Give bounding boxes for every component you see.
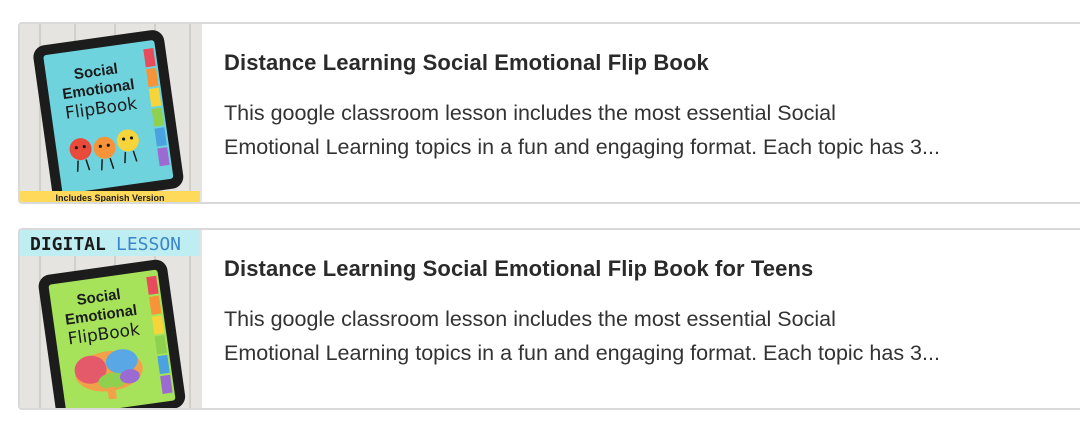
flip-book-cover-image: Social Emotional FlipBook Includes Spani… [20,24,200,202]
product-thumbnail[interactable]: DIGITAL LESSON Social Emotional FlipBook [20,230,202,408]
description-line: This google classroom lesson includes th… [224,101,836,125]
badge-word-lesson: LESSON [116,234,181,255]
badge-word-digital: DIGITAL [30,234,106,255]
description-line: This google classroom lesson includes th… [224,307,836,331]
flip-book-teens-cover-image: DIGITAL LESSON Social Emotional FlipBook [20,230,200,408]
product-body: Distance Learning Social Emotional Flip … [202,230,1054,408]
product-body: Distance Learning Social Emotional Flip … [202,24,1054,202]
spanish-banner-text: Includes Spanish Version [55,193,164,202]
product-card[interactable]: Social Emotional FlipBook Includes Spani… [18,22,1080,204]
product-list: Social Emotional FlipBook Includes Spani… [0,0,1080,428]
product-title[interactable]: Distance Learning Social Emotional Flip … [224,50,1054,76]
description-line: Emotional Learning topics in a fun and e… [224,135,940,159]
description-line: Emotional Learning topics in a fun and e… [224,341,940,365]
product-title[interactable]: Distance Learning Social Emotional Flip … [224,256,1054,282]
product-description: This google classroom lesson includes th… [224,96,1054,164]
product-description: This google classroom lesson includes th… [224,302,1054,370]
product-thumbnail[interactable]: Social Emotional FlipBook Includes Spani… [20,24,202,202]
product-card[interactable]: DIGITAL LESSON Social Emotional FlipBook [18,228,1080,410]
